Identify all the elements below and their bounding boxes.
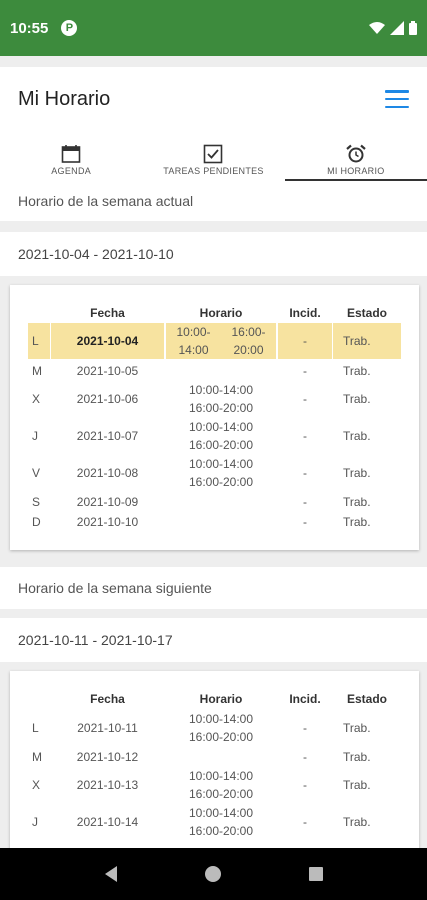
battery-icon [409, 21, 417, 35]
table-row[interactable]: V 2021-10-08 10:00-14:00 16:00-20:00 - Tr… [28, 455, 401, 491]
table-row[interactable]: M 2021-10-05 - Trab. [28, 361, 401, 381]
back-icon [104, 866, 117, 882]
status-time: 10:55 [10, 19, 49, 37]
status-bar: 10:55 P [0, 0, 427, 56]
tab-label: MI HORARIO [327, 166, 385, 176]
app-notification-icon: P [61, 20, 78, 36]
status-icons [369, 21, 417, 35]
next-week-range: 2021-10-11 - 2021-10-17 [0, 618, 427, 662]
current-week-range: 2021-10-04 - 2021-10-10 [0, 232, 427, 276]
table-header: Fecha Horario Incid. Estado [28, 303, 401, 323]
table-row[interactable]: M 2021-10-12 - Trab. [28, 747, 401, 767]
col-incid: Incid. [289, 306, 321, 320]
back-button[interactable] [103, 865, 119, 883]
table-row[interactable]: S 2021-10-09 - Trab. [28, 492, 401, 512]
current-week-table: Fecha Horario Incid. Estado L 2021-10-04… [10, 285, 419, 550]
col-incid: Incid. [289, 692, 321, 706]
home-icon [205, 866, 222, 882]
checkbox-icon [204, 144, 223, 164]
table-row[interactable]: J 2021-10-14 10:00-14:00 16:00-20:00 - Tr… [28, 804, 401, 840]
table-row[interactable]: D 2021-10-10 - Trab. [28, 512, 401, 532]
recents-icon [309, 867, 324, 881]
recents-button[interactable] [308, 866, 324, 882]
calendar-icon [61, 145, 81, 163]
alarm-clock-icon [346, 144, 366, 163]
table-row[interactable]: L 2021-10-04 10:00-14:00 16:00-20:00 - Tr… [28, 323, 401, 359]
next-week-header: Horario de la semana siguiente [0, 567, 427, 609]
tab-bar: AGENDA TAREAS PENDIENTES MI HORARIO [0, 131, 427, 181]
table-row[interactable]: X 2021-10-13 10:00-14:00 16:00-20:00 - Tr… [28, 767, 401, 803]
tab-label: TAREAS PENDIENTES [163, 166, 264, 176]
next-week-table: Fecha Horario Incid. Estado L 2021-10-11… [10, 671, 419, 861]
app-bar: Mi Horario [0, 67, 427, 131]
table-row[interactable]: L 2021-10-11 10:00-14:00 16:00-20:00 - Tr… [28, 710, 401, 746]
menu-icon[interactable] [385, 90, 409, 108]
tab-label: AGENDA [51, 166, 92, 176]
col-estado: Estado [347, 306, 388, 320]
home-button[interactable] [204, 865, 222, 883]
col-horario: Horario [199, 692, 243, 706]
col-estado: Estado [347, 692, 388, 706]
page-title: Mi Horario [18, 87, 111, 110]
tab-agenda[interactable]: AGENDA [0, 131, 142, 181]
table-row[interactable]: J 2021-10-07 10:00-14:00 16:00-20:00 - Tr… [28, 418, 401, 454]
wifi-icon [369, 22, 385, 34]
signal-icon [390, 21, 404, 35]
current-week-header: Horario de la semana actual [0, 181, 427, 221]
tab-tareas-pendientes[interactable]: TAREAS PENDIENTES [142, 131, 284, 181]
col-horario: Horario [199, 306, 243, 320]
table-row[interactable]: X 2021-10-06 10:00-14:00 16:00-20:00 - Tr… [28, 381, 401, 417]
system-nav-bar [0, 848, 427, 900]
table-header: Fecha Horario Incid. Estado [28, 689, 401, 709]
tab-mi-horario[interactable]: MI HORARIO [284, 131, 427, 181]
col-fecha: Fecha [90, 306, 125, 320]
col-fecha: Fecha [90, 692, 125, 706]
